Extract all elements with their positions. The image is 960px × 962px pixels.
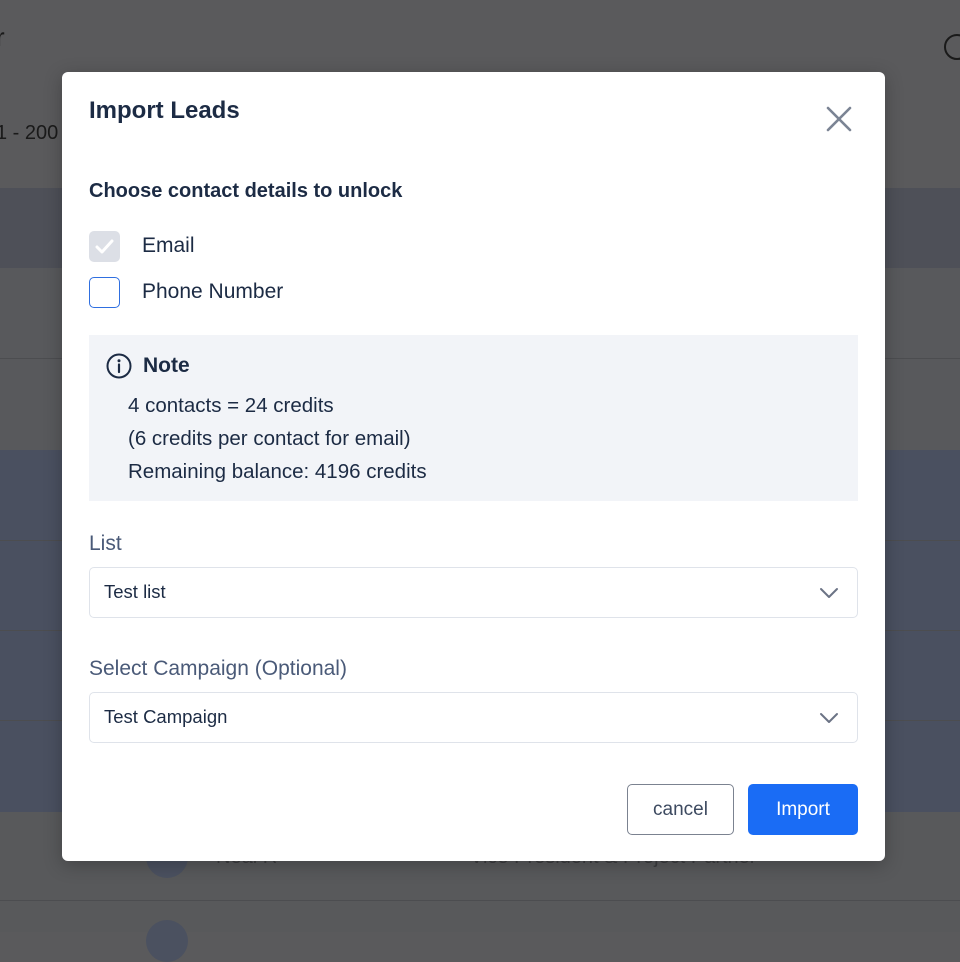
note-credits-line: 4 contacts = 24 credits — [128, 394, 334, 417]
phone-number-checkbox[interactable] — [89, 276, 120, 308]
list-label: List — [89, 532, 122, 555]
bg-avatar — [146, 920, 188, 962]
phone-number-option[interactable]: Phone Number — [89, 275, 283, 309]
email-option[interactable]: Email — [89, 229, 195, 263]
email-label: Email — [142, 234, 195, 257]
section-label: Choose contact details to unlock — [89, 180, 403, 202]
bg-row-divider — [0, 900, 960, 901]
campaign-select[interactable]: Test Campaign — [89, 692, 858, 743]
list-select-value: Test list — [104, 581, 166, 602]
note-balance-line: Remaining balance: 4196 credits — [128, 460, 427, 483]
email-checkbox[interactable] — [89, 230, 120, 262]
import-leads-modal: Import Leads Choose contact details to u… — [62, 72, 885, 861]
campaign-select-value: Test Campaign — [104, 706, 228, 727]
note-rate-line: (6 credits per contact for email) — [128, 427, 411, 450]
phone-number-label: Phone Number — [142, 280, 284, 303]
note-box: Note 4 contacts = 24 credits (6 credits … — [89, 335, 858, 501]
cancel-button[interactable]: cancel — [627, 784, 734, 835]
chevron-down-icon — [820, 713, 838, 723]
bg-info-icon — [944, 34, 960, 60]
chevron-down-icon — [820, 588, 838, 598]
modal-title: Import Leads — [89, 97, 240, 124]
close-icon — [826, 106, 852, 132]
campaign-label: Select Campaign (Optional) — [89, 657, 347, 680]
note-title: Note — [143, 354, 190, 377]
info-icon — [106, 353, 132, 379]
bg-page-title: r — [0, 22, 5, 52]
close-button[interactable] — [820, 100, 858, 138]
list-select[interactable]: Test list — [89, 567, 858, 618]
check-icon — [95, 239, 114, 253]
note-header: Note — [105, 352, 190, 380]
import-button[interactable]: Import — [748, 784, 858, 835]
